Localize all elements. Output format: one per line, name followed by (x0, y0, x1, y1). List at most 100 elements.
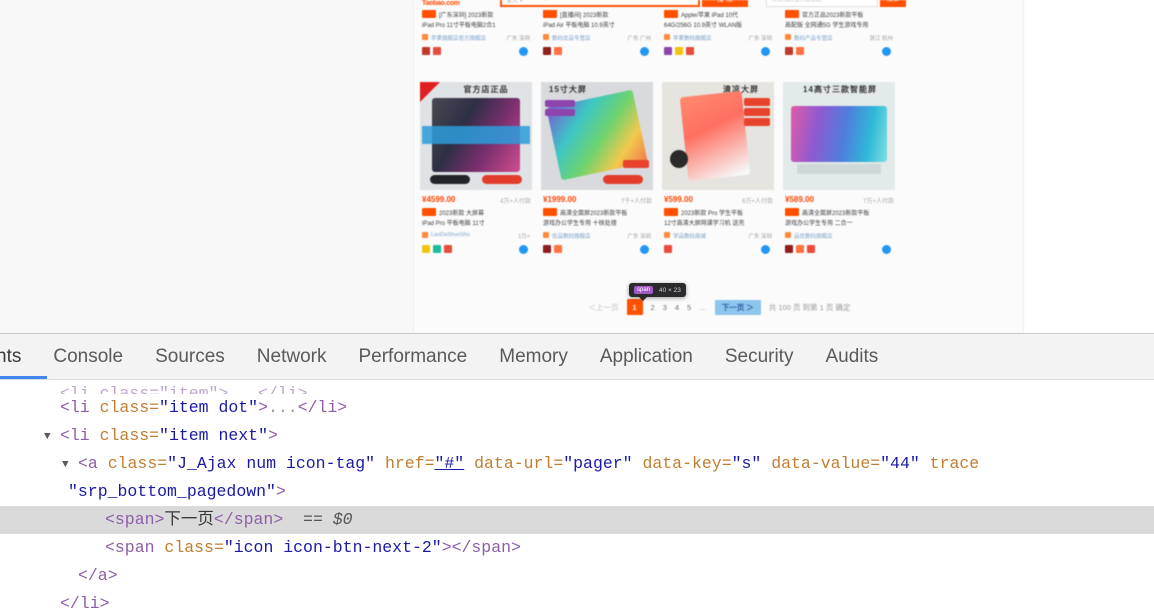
favorite-icon[interactable] (640, 47, 649, 56)
product-title[interactable]: 官方正品2023新款平板 高配版 全网通5G 学生游戏专用 (783, 10, 895, 30)
product-card[interactable]: [直播间] 2023新款 iPad Air 平板电脑 10.9英寸 数码优品专营… (541, 8, 661, 57)
product-image[interactable]: 15寸大屏 (541, 82, 653, 190)
favorite-icon[interactable] (640, 245, 649, 254)
product-title[interactable]: [广东深圳] 2023新款 iPad Pro 11寸平板电脑2合1 (420, 10, 532, 30)
pagination-page-5[interactable]: 5 (687, 303, 691, 312)
tab-audits[interactable]: Audits (809, 334, 894, 379)
tab-console[interactable]: Console (37, 334, 139, 379)
search-query-text[interactable]: ipad (544, 0, 555, 1)
product-title-line1: 2023新款 大屏幕 (439, 211, 485, 217)
dom-node-anchor-continuation[interactable]: "srp_bottom_pagedown"> (0, 478, 1154, 506)
product-title-line2: iPad Pro 11寸平板电脑2合1 (422, 23, 496, 29)
product-card[interactable]: 14高寸三款智能屏 ¥589.00 7万+人付款 高清全面屏2023新款平板 游… (783, 82, 903, 255)
product-shop[interactable]: 苹果数码旗舰店 广东 深圳 (662, 33, 774, 43)
product-card[interactable]: 15寸大屏 ¥1999.00 7千+人付款 高清全面屏2023新款平板 游戏办公… (541, 82, 661, 255)
dom-node-clipped[interactable]: <li class="item">...</li> (0, 380, 1154, 394)
pagination-next[interactable]: 下一页 ＞ (714, 299, 761, 315)
shop-name[interactable]: 优品数码旗舰店 (552, 232, 591, 240)
attr-href: href (384, 454, 425, 473)
favorite-icon[interactable] (519, 47, 528, 56)
tab-security[interactable]: Security (709, 334, 810, 379)
favorite-icon[interactable] (882, 47, 891, 56)
pagination-page-3[interactable]: 3 (663, 303, 667, 312)
product-image[interactable]: 官方店正品 (420, 82, 532, 190)
product-shop[interactable]: 品优数码旗舰店 (783, 231, 895, 241)
product-shop[interactable]: 学品数码商城 广东 深圳 (662, 231, 774, 241)
close-bracket: > (258, 398, 268, 417)
pagination-page-4[interactable]: 4 (675, 303, 679, 312)
dom-node-icon-span[interactable]: <span class="icon icon-btn-next-2"></spa… (0, 534, 1154, 562)
dom-node-item-next[interactable]: ▼ <li class="item next"> (0, 422, 1154, 450)
product-title[interactable]: 2023新款 Pro 学生平板 12寸高清大屏网课学习机 送壳 (662, 208, 774, 228)
search-input-box[interactable]: 宝贝 ▾ ipad × (500, 0, 700, 7)
dom-tree[interactable]: <li class="item">...</li> <li class="ite… (0, 380, 1154, 610)
attr-href-value[interactable]: "#" (435, 454, 465, 473)
shop-name[interactable]: 苹果旗舰店官方旗舰店 (431, 34, 486, 42)
product-image[interactable]: 清凉大屏 (662, 82, 774, 190)
shop-name[interactable]: 品优数码旗舰店 (794, 232, 833, 240)
product-title[interactable]: Apple/苹果 iPad 10代 64G/256G 10.9英寸 WLAN版 (662, 10, 774, 30)
attr-class: class (107, 454, 158, 473)
tmall-badge-icon (543, 208, 557, 216)
pagination-page-current[interactable]: 1 (626, 299, 643, 315)
dom-node-anchor-close[interactable]: </a> (0, 562, 1154, 590)
search-category-label[interactable]: 宝贝 ▾ (506, 0, 523, 4)
tab-application[interactable]: Application (584, 334, 709, 379)
product-shop[interactable]: 数码优品专营店 广东 广州 (541, 33, 653, 43)
pagination-prev[interactable]: ＜上一页 (589, 302, 619, 313)
product-card[interactable]: 官方正品2023新款平板 高配版 全网通5G 学生游戏专用 数码产品专营店 浙江… (783, 8, 903, 57)
product-shop[interactable]: LaoDaShuoShu 1万+ (420, 231, 532, 241)
dom-node-selected[interactable]: <span>下一页</span> == $0 (0, 506, 1154, 534)
shop-icon (422, 232, 428, 238)
product-image[interactable]: 14高寸三款智能屏 (783, 82, 895, 190)
product-title[interactable]: 2023新款 大屏幕 iPad Pro 平板电脑 11寸 (420, 208, 532, 228)
pagination-page-2[interactable]: 2 (651, 303, 655, 312)
product-shop[interactable]: 优品数码旗舰店 广东 深圳 (541, 231, 653, 241)
tab-memory[interactable]: Memory (483, 334, 584, 379)
favorite-icon[interactable] (519, 245, 528, 254)
product-shop[interactable]: 数码产品专营店 浙江 杭州 (783, 33, 895, 43)
tab-performance[interactable]: Performance (342, 334, 483, 379)
tmall-badge-icon (664, 208, 678, 216)
expand-triangle-icon[interactable]: ▼ (44, 423, 51, 451)
tab-network[interactable]: Network (241, 334, 343, 379)
product-title-line2: iPad Air 平板电脑 10.9英寸 (543, 23, 615, 29)
product-price: ¥4599.00 (422, 195, 456, 204)
product-price-row: ¥599.00 6万+人付款 (662, 194, 774, 206)
site-logo: Taobao.com (422, 0, 460, 7)
product-title[interactable]: [直播间] 2023新款 iPad Air 平板电脑 10.9英寸 (541, 10, 653, 30)
tab-sources[interactable]: Sources (139, 334, 241, 379)
product-title[interactable]: 高清全面屏2023新款平板 游戏办公学生专用 二合一 (783, 208, 895, 228)
product-title[interactable]: 高清全面屏2023新款平板 游戏办公学生专用 十核处理 (541, 208, 653, 228)
promo-icon (664, 47, 672, 55)
collapsed-children[interactable]: ... (268, 398, 298, 417)
pagination-jump[interactable]: 共 100 页 到第 1 页 确定 (769, 302, 851, 313)
shop-name[interactable]: 苹果数码旗舰店 (673, 34, 712, 42)
favorite-icon[interactable] (761, 245, 770, 254)
tab-elements[interactable]: nts (0, 334, 37, 379)
favorite-icon[interactable] (761, 47, 770, 56)
search-button[interactable]: 搜 索 (702, 0, 748, 7)
inspect-tooltip-dimensions: 40 × 23 (659, 286, 681, 294)
shop-name[interactable]: 数码产品专营店 (794, 34, 833, 42)
inspect-tooltip-tag: span (634, 286, 654, 294)
close-bracket: > (275, 482, 286, 501)
product-card[interactable]: 官方店正品 ¥4599.00 4万+人付款 2023新款 大屏幕 iPad Pr… (420, 82, 540, 255)
expand-triangle-icon[interactable]: ▼ (62, 451, 69, 479)
clear-icon[interactable]: × (690, 0, 694, 1)
shop-name[interactable]: 学品数码商城 (673, 232, 706, 240)
favorite-icon[interactable] (882, 245, 891, 254)
product-shop[interactable]: 苹果旗舰店官方旗舰店 广东 深圳 (420, 33, 532, 43)
product-card[interactable]: Apple/苹果 iPad 10代 64G/256G 10.9英寸 WLAN版 … (662, 8, 782, 57)
product-card[interactable]: 清凉大屏 ¥599.00 6万+人付款 2023新款 Pro 学生平板 12寸高… (662, 82, 782, 255)
shop-name[interactable]: 数码优品专营店 (552, 34, 591, 42)
dom-node-item-dot[interactable]: <li class="item dot">...</li> (0, 394, 1154, 422)
secondary-search-button[interactable]: 搜索 (880, 0, 906, 7)
closing-tag: </span> (451, 538, 521, 557)
shop-name[interactable]: LaoDaShuoShu (431, 232, 470, 238)
dom-node-li-close[interactable]: </li> (0, 590, 1154, 610)
product-card[interactable]: [广东深圳] 2023新款 iPad Pro 11寸平板电脑2合1 苹果旗舰店官… (420, 8, 540, 57)
secondary-search-input[interactable]: 你想找的宝贝都在这 (766, 0, 878, 7)
dom-node-anchor[interactable]: ▼ <a class="J_Ajax num icon-tag" href="#"… (0, 450, 1154, 478)
search-results-column: Taobao.com 宝贝 ▾ ipad × 搜 索 你想找的宝贝都在这 搜索 (413, 0, 1024, 333)
